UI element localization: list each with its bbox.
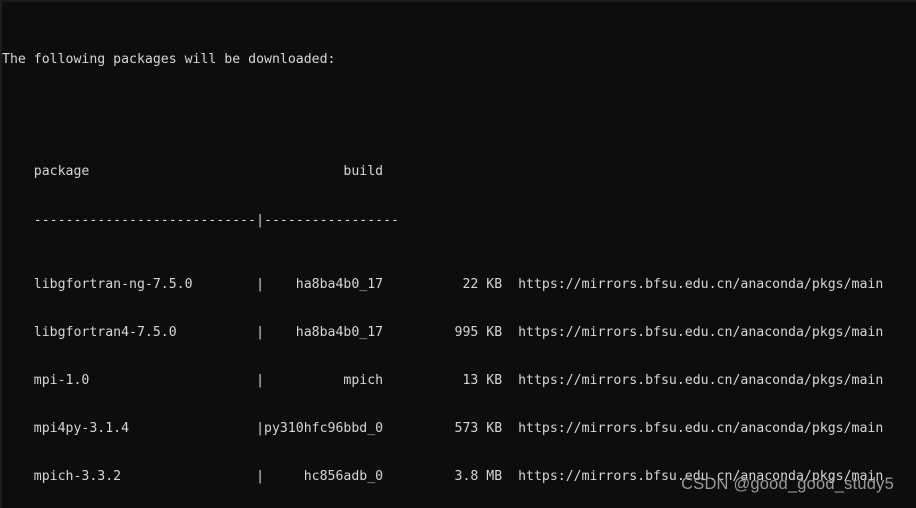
download-table-column-headers: package build — [2, 164, 384, 180]
download-table-row: libgfortran4-7.5.0 | ha8ba4b0_17 995 KB … — [2, 324, 884, 340]
download-table-row: mpi-1.0 | mpich 13 KB https://mirrors.bf… — [2, 373, 884, 389]
csdn-watermark: CSDN @good_good_study5 — [681, 475, 894, 493]
window-top-edge — [0, 0, 916, 2]
terminal-screen: The following packages will be downloade… — [2, 4, 914, 508]
terminal-window[interactable]: The following packages will be downloade… — [0, 0, 916, 508]
download-table-row: mpi4py-3.1.4 |py310hfc96bbd_0 573 KB htt… — [2, 421, 884, 437]
download-header-line: The following packages will be downloade… — [2, 52, 336, 68]
download-table-header-rule: ----------------------------|-----------… — [2, 212, 399, 228]
download-table-row: libgfortran-ng-7.5.0 | ha8ba4b0_17 22 KB… — [2, 276, 884, 292]
